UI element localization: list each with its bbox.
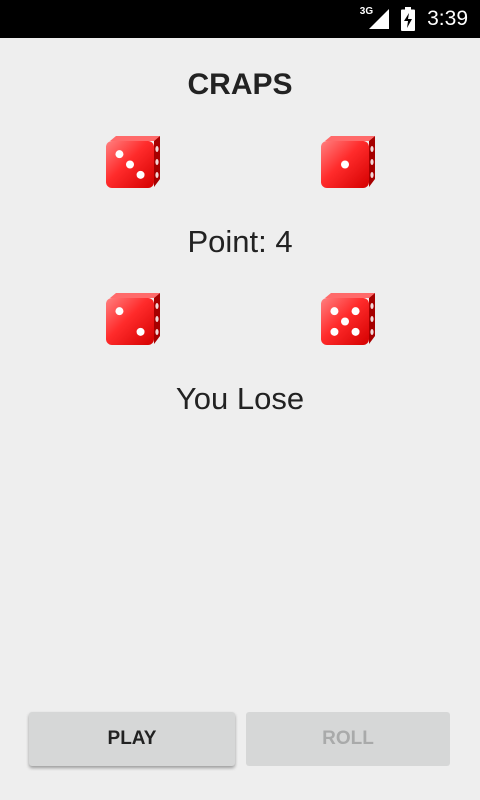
die-pip xyxy=(341,160,349,169)
die-side-pip xyxy=(370,172,374,178)
die-pip xyxy=(330,327,339,336)
roll-die-2 xyxy=(321,293,375,345)
die-front-face xyxy=(106,298,154,345)
roll-die-1 xyxy=(106,293,160,345)
die-pip xyxy=(341,317,349,326)
die-side-pip xyxy=(370,329,374,335)
die-side-pip xyxy=(155,329,159,335)
page-title: CRAPS xyxy=(187,68,293,101)
die-side-pip xyxy=(155,172,159,178)
point-label: Point: 4 xyxy=(187,224,293,259)
die-pip xyxy=(115,307,124,316)
die-pip xyxy=(136,170,145,179)
die-side-pip xyxy=(155,303,159,309)
play-button[interactable]: PLAY xyxy=(29,712,235,766)
die-pip xyxy=(136,327,145,336)
die-top-face xyxy=(325,136,375,141)
die-side-pip xyxy=(155,146,159,152)
roll-button[interactable]: ROLL xyxy=(246,712,450,766)
die-side-pip xyxy=(370,159,374,165)
die-pip xyxy=(126,160,134,169)
network-type-label: 3G xyxy=(359,5,374,17)
result-label: You Lose xyxy=(175,381,305,416)
status-icons: 3G 3:39 xyxy=(360,0,468,38)
craps-screen: CRAPS Point: 4 You Lose PLAY ROLL xyxy=(0,38,480,800)
die-pip xyxy=(351,307,360,316)
die-pip xyxy=(351,327,360,336)
die-side-pip xyxy=(370,146,374,152)
point-die-2 xyxy=(321,136,375,188)
status-bar: 3G 3:39 xyxy=(0,0,480,38)
clock: 3:39 xyxy=(427,7,468,30)
die-pip xyxy=(330,307,339,316)
die-top-face xyxy=(110,136,160,141)
die-side-pip xyxy=(370,316,374,322)
die-side-pip xyxy=(155,316,159,322)
point-die-1 xyxy=(106,136,160,188)
die-pip xyxy=(115,150,124,159)
die-top-face xyxy=(110,293,160,298)
battery-icon xyxy=(401,7,416,31)
die-side-pip xyxy=(370,303,374,309)
die-side-pip xyxy=(155,159,159,165)
die-top-face xyxy=(325,293,375,298)
